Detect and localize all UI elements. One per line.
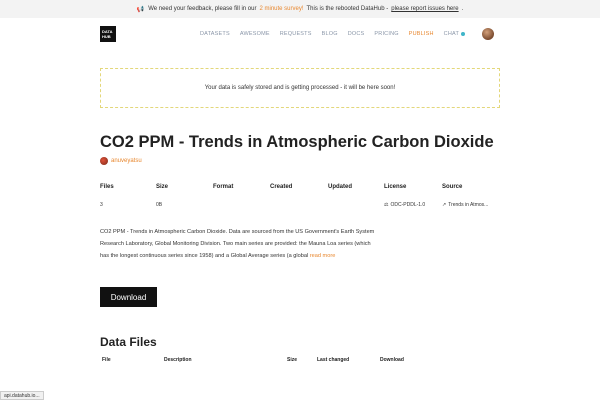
license-text: ODC-PDDL-1.0: [390, 202, 426, 208]
header-updated: Updated: [328, 184, 352, 190]
nav-datasets[interactable]: DATASETS: [200, 31, 230, 37]
nav-chat[interactable]: CHAT: [443, 31, 466, 37]
nav-awesome[interactable]: AWESOME: [240, 31, 270, 37]
feedback-banner: 📢 We need your feedback, please fill in …: [0, 0, 600, 18]
files-col-size: Size: [287, 357, 298, 363]
header-format: Format: [213, 184, 234, 190]
data-files-title: Data Files: [100, 335, 157, 349]
files-col-download: Download: [380, 357, 404, 363]
author-name[interactable]: anuveyatsu: [111, 158, 142, 164]
nav-blog[interactable]: BLOG: [322, 31, 338, 37]
chat-status-icon: [461, 31, 466, 36]
value-license[interactable]: ⚖ ODC-PDDL-1.0: [384, 202, 425, 208]
processing-notice: Your data is safely stored and is gettin…: [100, 68, 500, 108]
report-issues-link[interactable]: please report issues here: [391, 6, 458, 12]
files-col-description: Description: [164, 357, 192, 363]
dataset-description: CO2 PPM - Trends in Atmospheric Carbon D…: [100, 226, 378, 262]
megaphone-icon: 📢: [136, 6, 145, 13]
value-size: 0B: [156, 202, 163, 208]
user-avatar[interactable]: [482, 28, 494, 40]
nav-docs[interactable]: DOCS: [348, 31, 365, 37]
download-button[interactable]: Download: [100, 287, 157, 307]
header-source: Source: [442, 184, 463, 190]
header-created: Created: [270, 184, 293, 190]
read-more-link[interactable]: read more: [310, 253, 336, 259]
files-col-file: File: [102, 357, 111, 363]
dataset-title: CO2 PPM - Trends in Atmospheric Carbon D…: [100, 133, 494, 151]
nav-chat-label: CHAT: [443, 31, 460, 37]
datahub-logo[interactable]: DATA HUB: [100, 26, 116, 42]
header-files: Files: [100, 184, 114, 190]
header-size: Size: [156, 184, 169, 190]
notice-text: Your data is safely stored and is gettin…: [204, 85, 396, 91]
nav-requests[interactable]: REQUESTS: [280, 31, 312, 37]
nav-publish[interactable]: PUBLISH: [409, 31, 434, 37]
banner-suffix: .: [461, 6, 464, 12]
source-text: Trends in Atmos...: [448, 202, 489, 208]
author-avatar: [100, 157, 108, 165]
header-license: License: [384, 184, 407, 190]
status-url: api.datahub.io...: [4, 392, 40, 399]
logo-line-2: HUB: [102, 34, 111, 39]
source-link-icon: ↗: [442, 202, 447, 208]
value-source[interactable]: ↗ Trends in Atmos...: [442, 202, 488, 208]
main-nav: DATASETS AWESOME REQUESTS BLOG DOCS PRIC…: [200, 31, 475, 37]
browser-status-bar: api.datahub.io...: [0, 391, 44, 400]
license-icon: ⚖: [384, 202, 389, 208]
survey-link[interactable]: 2 minute survey!: [259, 6, 303, 12]
dataset-author[interactable]: anuveyatsu: [100, 157, 142, 165]
banner-prefix: We need your feedback, please fill in ou…: [148, 6, 257, 12]
value-files: 3: [100, 202, 103, 208]
files-col-last-changed: Last changed: [317, 357, 350, 363]
nav-pricing[interactable]: PRICING: [374, 31, 398, 37]
banner-middle: This is the rebooted DataHub -: [306, 6, 389, 12]
